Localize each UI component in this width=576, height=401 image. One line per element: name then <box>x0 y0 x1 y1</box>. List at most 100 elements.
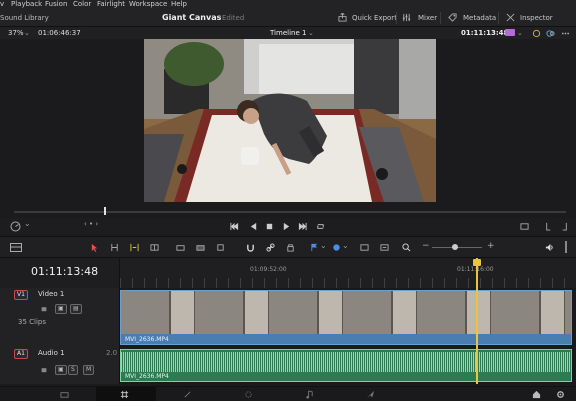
fusion-page-icon[interactable] <box>183 390 192 399</box>
metadata-button[interactable]: Metadata <box>463 9 496 27</box>
quick-export-button[interactable]: Quick Export <box>352 9 397 27</box>
go-to-end-icon[interactable] <box>298 222 307 231</box>
speed-icon[interactable] <box>10 221 21 232</box>
menu-fairlight[interactable]: Fairlight <box>97 0 125 9</box>
dynamic-trim-icon[interactable] <box>130 243 139 252</box>
deliver-page-icon[interactable] <box>366 390 375 399</box>
track-id-a1[interactable]: A1 <box>14 349 28 359</box>
audio-track-header[interactable]: A1 Audio 1 2.0 ▣ S M <box>0 346 120 384</box>
audio-clip[interactable]: MVI_2636.MP4 <box>120 349 572 382</box>
menu-fragment[interactable]: v <box>0 0 4 9</box>
clip-thumbnails <box>121 291 571 334</box>
options-chevron-icon[interactable]: ⌄ <box>517 27 523 39</box>
play-icon[interactable] <box>282 222 291 231</box>
timeline-playhead[interactable] <box>476 258 478 384</box>
audio-waveform <box>121 352 571 372</box>
zoom-detail-icon[interactable] <box>380 243 389 252</box>
video-track-header[interactable]: V1 Video 1 ▣ ▤ 35 Clips <box>0 288 120 346</box>
zoom-custom-icon[interactable] <box>402 243 411 252</box>
stop-icon[interactable] <box>265 222 274 231</box>
track-visibility-icon[interactable]: ▤ <box>70 304 82 314</box>
timeline-view-options-icon[interactable] <box>10 243 22 252</box>
home-icon[interactable] <box>532 390 541 399</box>
record-timecode: 01:11:13:48 <box>461 29 509 37</box>
audio-level-icon[interactable] <box>545 243 554 252</box>
playhead-handle[interactable] <box>473 259 481 266</box>
inspector-icon[interactable] <box>506 13 515 22</box>
mixer-icon[interactable] <box>402 13 411 22</box>
linked-selection-icon[interactable] <box>266 243 275 252</box>
settings-gear-icon[interactable] <box>556 390 565 399</box>
sync-icon[interactable] <box>546 29 555 38</box>
audio-track-name[interactable]: Audio 1 <box>38 349 65 357</box>
menu-fusion[interactable]: Fusion <box>45 0 67 9</box>
title-bar: Sound Library Giant Canvas Edited Quick … <box>0 9 576 27</box>
scrub-playhead[interactable] <box>104 207 106 215</box>
scrub-track[interactable] <box>14 211 566 213</box>
zoom-in-icon[interactable]: + <box>487 241 495 251</box>
marker-icon[interactable] <box>332 243 341 252</box>
export-icon[interactable] <box>338 13 347 22</box>
video-frame[interactable] <box>144 39 436 202</box>
menu-color[interactable]: Color <box>73 0 91 9</box>
video-frame-image <box>144 39 436 202</box>
media-page-icon[interactable] <box>60 390 69 399</box>
loop-icon[interactable] <box>532 29 541 38</box>
menu-playback[interactable]: Playback <box>11 0 42 9</box>
zoom-level[interactable]: 37% <box>8 27 24 39</box>
track-lock-icon[interactable] <box>40 304 48 312</box>
mute-button[interactable]: M <box>83 365 95 375</box>
flag-chevron-icon[interactable]: ⌄ <box>320 241 327 250</box>
more-icon[interactable] <box>561 29 570 38</box>
timeline-name-dropdown[interactable]: Timeline 1 <box>270 27 306 39</box>
solo-button[interactable]: S <box>68 365 78 375</box>
position-lock-icon[interactable] <box>286 243 295 252</box>
jog-control[interactable]: ‹ • › <box>84 220 98 228</box>
zoom-full-icon[interactable] <box>360 243 369 252</box>
video-clip-count: 35 Clips <box>18 318 46 326</box>
color-page-icon[interactable] <box>244 390 253 399</box>
mark-in-icon[interactable] <box>544 222 553 231</box>
mark-out-icon[interactable] <box>560 222 569 231</box>
timeline-ruler[interactable]: 01:09:52:00 01:11:16:00 <box>120 258 576 288</box>
mixer-button[interactable]: Mixer <box>418 9 437 27</box>
timeline-toolbar: ⌄ ⌄ − + <box>0 236 576 258</box>
menu-workspace[interactable]: Workspace <box>129 0 167 9</box>
source-timecode: 01:06:46:37 <box>38 29 81 37</box>
timeline-chevron-icon[interactable]: ⌄ <box>308 27 314 39</box>
speed-chevron-icon[interactable]: ⌄ <box>24 219 31 228</box>
audio-auto-select-icon[interactable]: ▣ <box>55 365 67 375</box>
replace-clip-icon[interactable] <box>216 243 225 252</box>
zoom-slider-handle[interactable] <box>452 244 458 250</box>
track-id-v1[interactable]: V1 <box>14 290 28 300</box>
page-navigation <box>0 386 576 401</box>
video-track-name[interactable]: Video 1 <box>38 290 64 298</box>
video-clip-name: MVI_2636.MP4 <box>125 336 169 343</box>
match-frame-icon[interactable] <box>520 222 529 231</box>
menu-help[interactable]: Help <box>171 0 187 9</box>
metadata-icon[interactable] <box>448 13 457 22</box>
sound-library-label[interactable]: Sound Library <box>0 9 49 27</box>
zoom-chevron-icon[interactable]: ⌄ <box>24 27 30 39</box>
snapping-icon[interactable] <box>246 243 255 252</box>
zoom-out-icon[interactable]: − <box>422 241 430 251</box>
loop-playback-icon[interactable] <box>316 222 325 231</box>
blade-tool-icon[interactable] <box>150 243 159 252</box>
edit-page-icon[interactable] <box>120 390 129 399</box>
play-reverse-icon[interactable] <box>249 222 258 231</box>
trim-tool-icon[interactable] <box>110 243 119 252</box>
go-to-start-icon[interactable] <box>230 222 239 231</box>
insert-clip-icon[interactable] <box>176 243 185 252</box>
selection-tool-icon[interactable] <box>90 243 99 252</box>
auto-select-icon[interactable]: ▣ <box>55 304 67 314</box>
clip-color-icon[interactable] <box>505 29 515 36</box>
fairlight-page-icon[interactable] <box>305 390 314 399</box>
scrub-bar[interactable] <box>0 202 576 218</box>
overwrite-clip-icon[interactable] <box>196 243 205 252</box>
menu-bar: v Playback Fusion Color Fairlight Worksp… <box>0 0 576 9</box>
video-clip[interactable]: MVI_2636.MP4 <box>120 290 572 345</box>
flag-icon[interactable] <box>310 243 319 252</box>
audio-lock-icon[interactable] <box>40 365 48 373</box>
marker-chevron-icon[interactable]: ⌄ <box>342 241 349 250</box>
inspector-button[interactable]: Inspector <box>520 9 553 27</box>
